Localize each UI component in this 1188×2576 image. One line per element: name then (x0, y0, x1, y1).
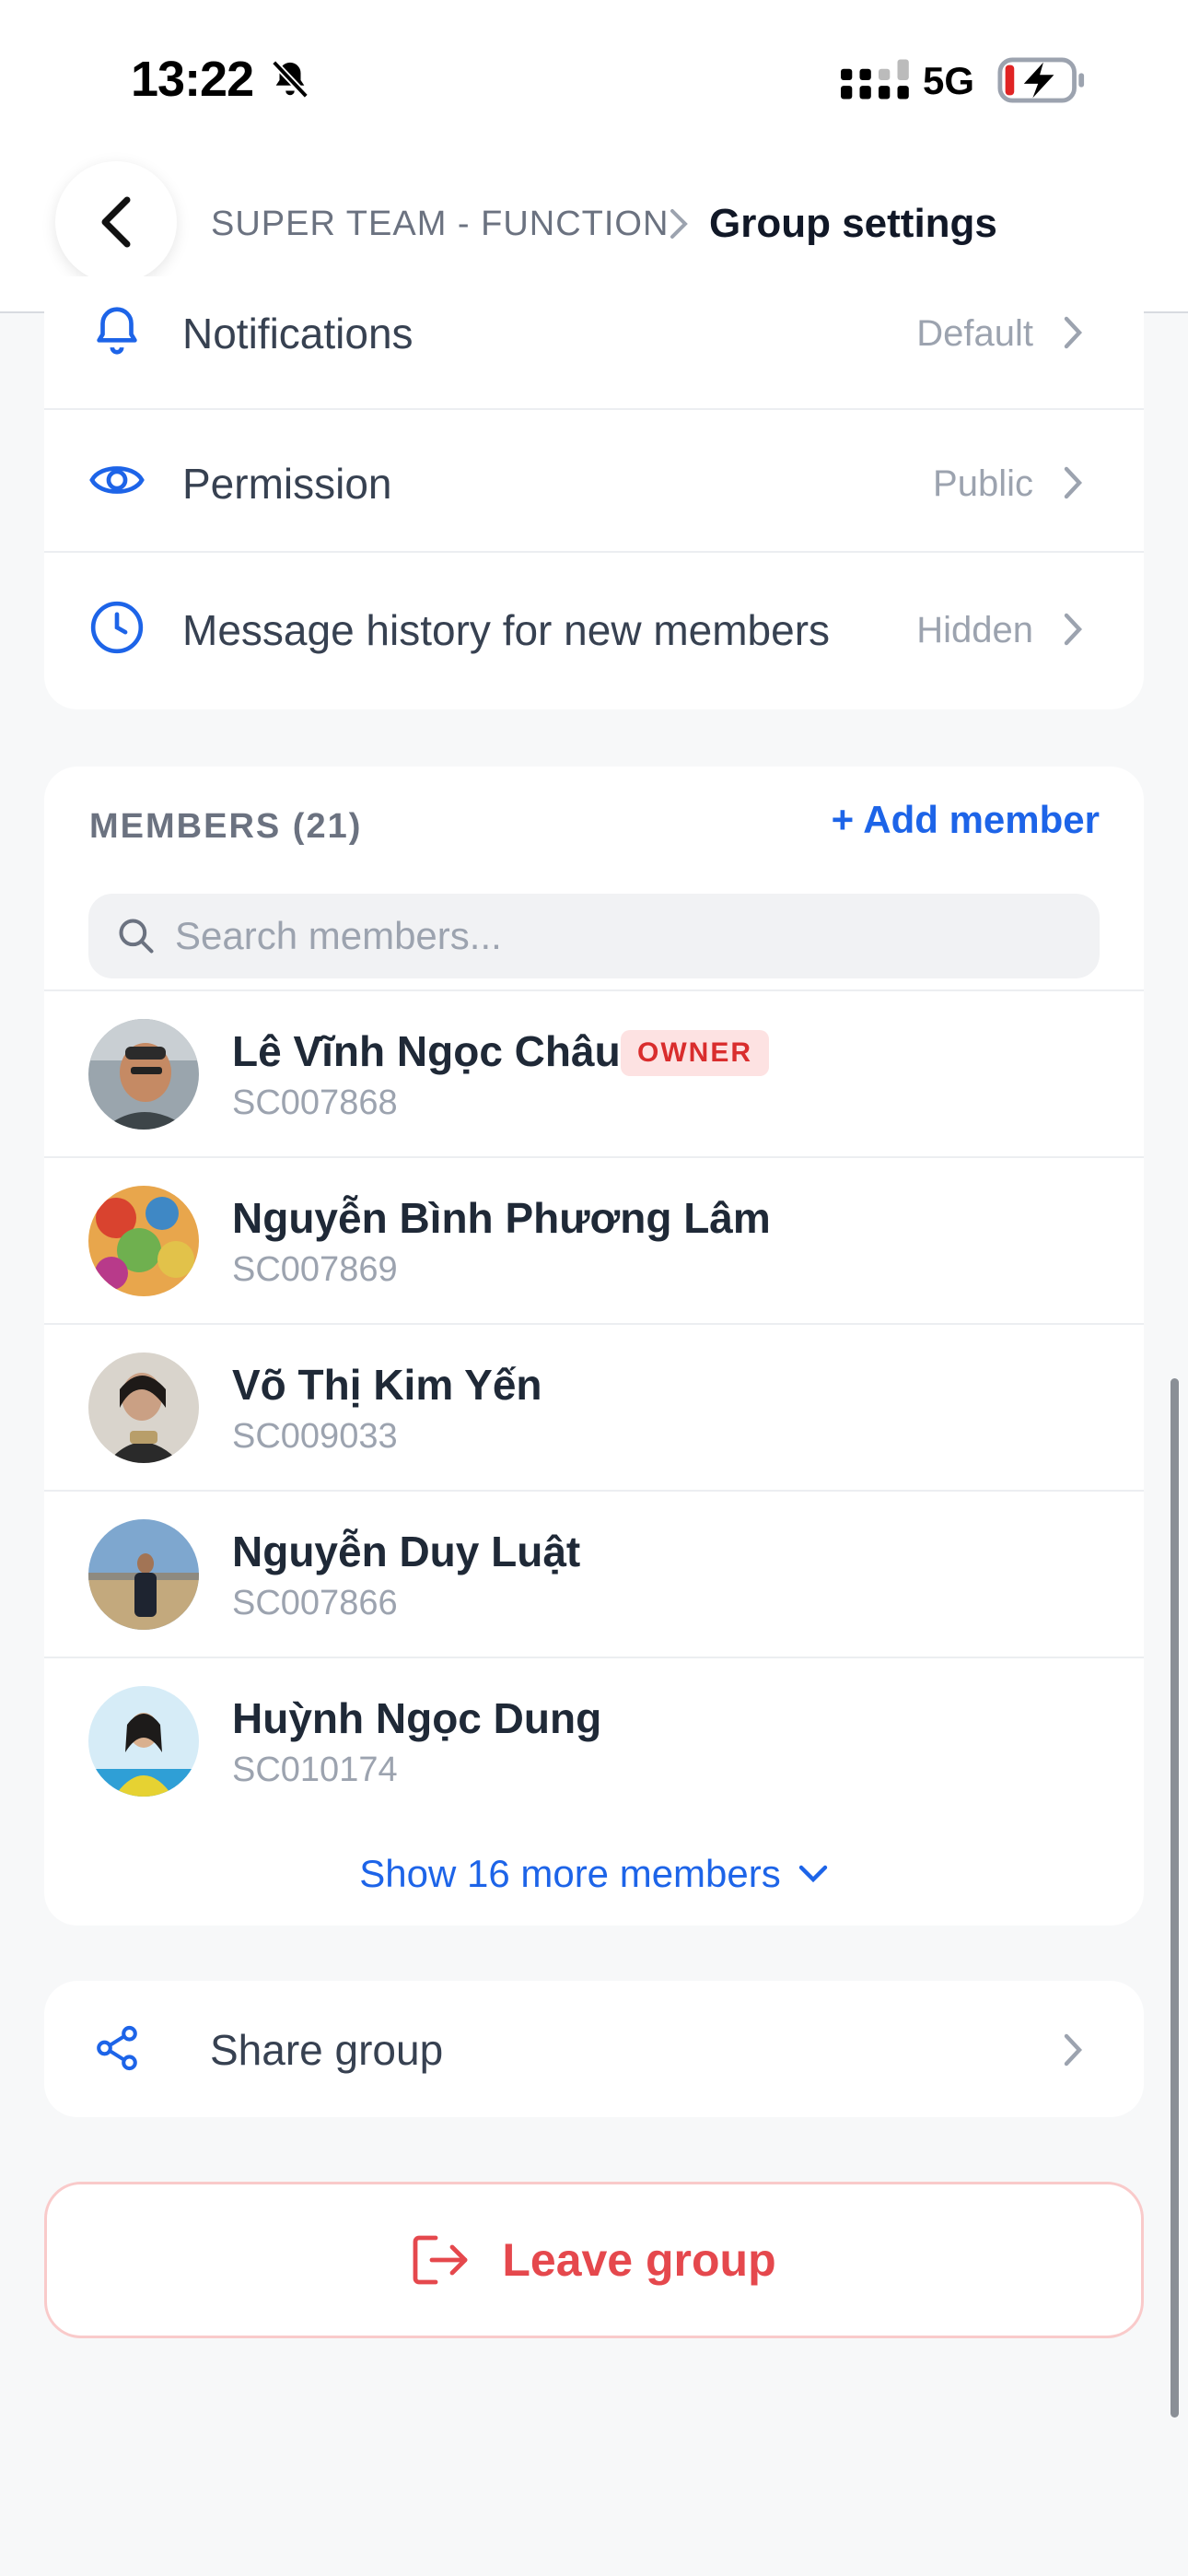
bell-slash-icon (271, 60, 309, 99)
avatar (88, 1019, 199, 1130)
member-name: Nguyễn Duy Luật (232, 1528, 581, 1575)
clock-icon (90, 601, 144, 654)
settings-row-notifications[interactable]: Notifications Default (44, 267, 1144, 410)
leave-group-label: Leave group (502, 2234, 776, 2286)
chevron-right-icon (1064, 316, 1083, 349)
bell-icon (97, 307, 137, 355)
status-bar: 13:22 5G (0, 0, 1188, 157)
member-row[interactable]: Võ Thị Kim Yến SC009033 (44, 1325, 1144, 1492)
member-code: SC009033 (232, 1417, 398, 1456)
share-group-label: Share group (210, 2026, 444, 2074)
signal-icon (841, 59, 909, 100)
chevron-right-icon (1064, 2033, 1083, 2067)
setting-value: Default (916, 313, 1033, 354)
page-title: Group settings (709, 201, 997, 246)
share-group-row[interactable]: Share group (44, 1981, 1144, 2117)
back-button[interactable] (55, 161, 177, 283)
member-code: SC010174 (232, 1751, 398, 1789)
share-icon (97, 2025, 137, 2071)
member-name: Võ Thị Kim Yến (232, 1361, 542, 1409)
setting-value: Hidden (916, 610, 1033, 650)
show-more-members-button[interactable]: Show 16 more members (44, 1846, 1144, 1902)
chevron-down-icon (798, 1865, 827, 1883)
setting-label: Permission (182, 460, 392, 508)
member-row[interactable]: Nguyễn Duy Luật SC007866 (44, 1492, 1144, 1658)
avatar (88, 1686, 199, 1797)
avatar (88, 1352, 199, 1463)
avatar (88, 1519, 199, 1630)
member-row[interactable]: Lê Vĩnh Ngọc Châu OWNER SC007868 (44, 991, 1144, 1158)
chevron-right-icon (1064, 613, 1083, 646)
status-time: 13:22 (131, 52, 254, 107)
owner-badge: OWNER (621, 1030, 769, 1076)
members-card: MEMBERS (21) + Add member Lê Vĩnh Ngọc C… (44, 767, 1144, 1926)
chevron-right-icon (670, 209, 688, 239)
settings-card: Notifications Default Permission Public … (44, 276, 1144, 709)
member-search[interactable] (88, 894, 1100, 978)
settings-row-permission[interactable]: Permission Public (44, 410, 1144, 553)
chevron-left-icon (101, 196, 131, 248)
setting-value: Public (933, 463, 1033, 504)
avatar (88, 1186, 199, 1296)
member-name: Nguyễn Bình Phương Lâm (232, 1194, 771, 1242)
search-input[interactable] (175, 894, 1077, 978)
members-title: MEMBERS (21) (89, 807, 363, 846)
eye-icon (89, 466, 145, 494)
show-more-label: Show 16 more members (359, 1852, 781, 1895)
logout-icon (413, 2235, 468, 2285)
member-row[interactable]: Huỳnh Ngọc Dung SC010174 (44, 1658, 1144, 1825)
add-member-button[interactable]: + Add member (832, 798, 1100, 842)
battery-charging-icon (997, 57, 1085, 103)
network-label: 5G (923, 59, 975, 102)
member-code: SC007868 (232, 1083, 398, 1122)
member-name: Lê Vĩnh Ngọc Châu (232, 1027, 621, 1075)
leave-group-button[interactable]: Leave group (44, 2182, 1144, 2338)
scrollbar[interactable] (1171, 1378, 1179, 2418)
member-code: SC007869 (232, 1250, 398, 1289)
search-icon (119, 919, 154, 954)
setting-label: Notifications (182, 310, 413, 357)
member-code: SC007866 (232, 1584, 398, 1622)
member-name: Huỳnh Ngọc Dung (232, 1694, 602, 1742)
setting-label: Message history for new members (182, 606, 831, 654)
settings-row-message-history[interactable]: Message history for new members Hidden (44, 553, 1144, 696)
breadcrumb-parent[interactable]: SUPER TEAM - FUNCTION (211, 205, 669, 244)
member-row[interactable]: Nguyễn Bình Phương Lâm SC007869 (44, 1158, 1144, 1325)
chevron-right-icon (1064, 466, 1083, 499)
